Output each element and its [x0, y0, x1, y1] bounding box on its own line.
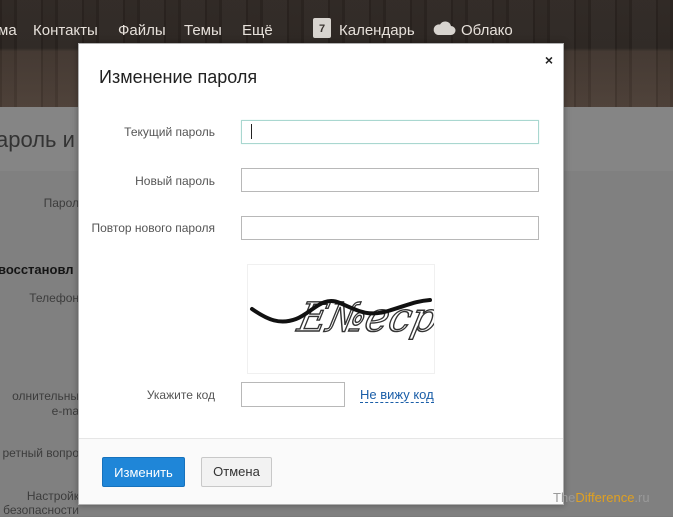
cant-see-code-link[interactable]: Не вижу код: [360, 387, 434, 403]
current-password-label: Текущий пароль: [124, 125, 215, 139]
nav-item-more[interactable]: Ещё: [242, 22, 273, 39]
page-title: ароль и: [0, 127, 75, 152]
watermark-difference: Difference: [575, 490, 635, 505]
new-password-label: Новый пароль: [135, 174, 215, 188]
nav-item-contacts[interactable]: Контакты: [33, 22, 98, 39]
dialog-title: Изменение пароля: [99, 67, 258, 87]
current-password-input[interactable]: [241, 120, 539, 144]
nav-item-mail[interactable]: ма: [0, 22, 17, 39]
change-password-dialog: Изменение пароля × Текущий пароль Новый …: [78, 43, 564, 505]
bg-label-recovery: восстановл: [0, 262, 74, 277]
repeat-password-input[interactable]: [241, 216, 539, 240]
bg-label-security: Настройк: [26, 489, 79, 503]
new-password-input[interactable]: [241, 168, 539, 192]
bg-label-secret-question: ретный вопро: [2, 446, 80, 460]
code-label: Укажите код: [146, 388, 215, 402]
calendar-icon: 7: [313, 18, 331, 38]
captcha-code-input[interactable]: [241, 382, 345, 407]
text-cursor: [251, 124, 252, 139]
captcha-image: Е№еср: [247, 264, 443, 374]
bg-label-email: e-ma: [51, 404, 79, 418]
bg-label-password: Парол: [43, 196, 79, 210]
repeat-password-label: Повтор нового пароля: [91, 221, 215, 235]
cancel-button[interactable]: Отмена: [201, 457, 272, 487]
bg-label-extra-email: олнительны: [12, 389, 79, 403]
nav-item-files[interactable]: Файлы: [118, 22, 166, 39]
bg-label-phone: Телефон: [29, 291, 79, 305]
watermark-the: The: [553, 490, 576, 505]
nav-item-calendar[interactable]: Календарь: [339, 22, 415, 39]
captcha-text: Е№еср: [293, 293, 434, 340]
change-button[interactable]: Изменить: [102, 457, 185, 487]
close-icon[interactable]: ×: [545, 52, 553, 68]
watermark: TheDifference.ru: [553, 490, 650, 505]
cloud-icon: [433, 21, 456, 35]
nav-item-cloud[interactable]: Облако: [461, 22, 513, 39]
bg-label-security-2: безопасности: [3, 503, 79, 517]
nav-item-themes[interactable]: Темы: [184, 22, 222, 39]
watermark-ru: .ru: [634, 490, 650, 505]
